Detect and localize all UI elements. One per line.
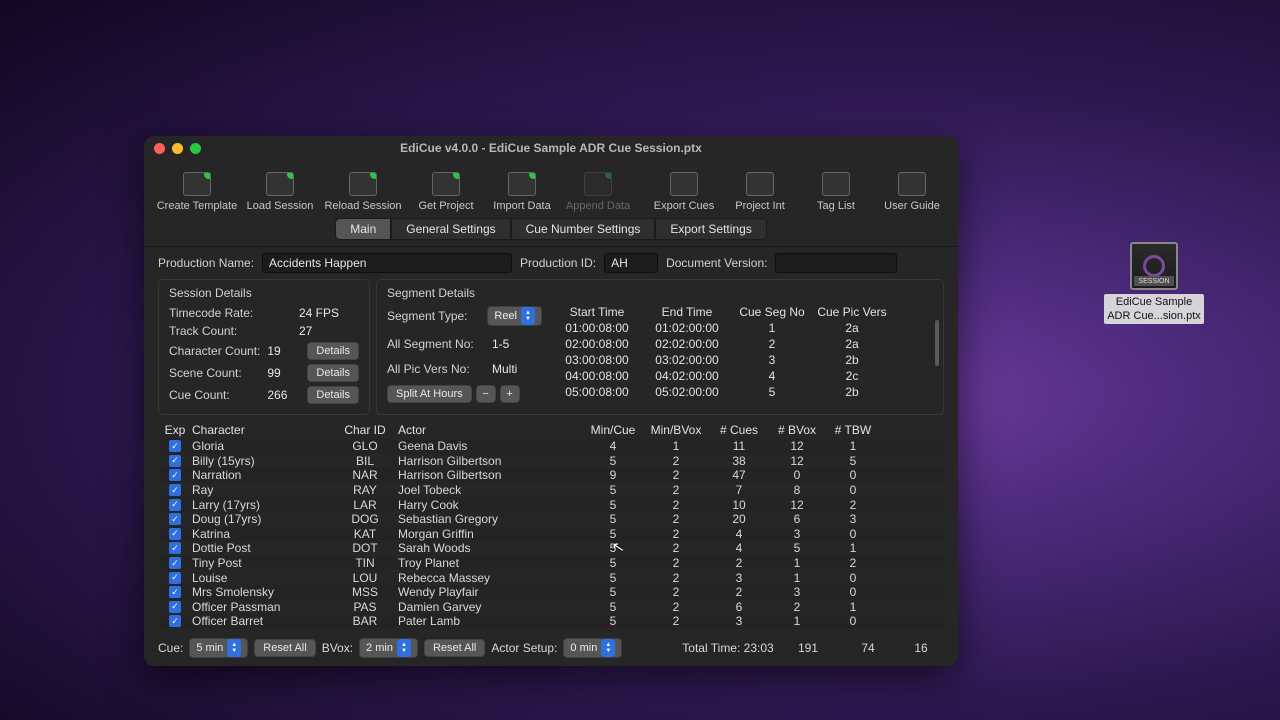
character-count-value: 19 (267, 344, 299, 358)
export-checkbox[interactable]: ✓ (169, 601, 181, 613)
document-version-label: Document Version: (666, 256, 767, 270)
production-name-field[interactable]: Accidents Happen (262, 253, 512, 273)
app-window: EdiCue v4.0.0 - EdiCue Sample ADR Cue Se… (144, 136, 958, 666)
production-id-label: Production ID: (520, 256, 596, 270)
export-checkbox[interactable]: ✓ (169, 455, 181, 467)
table-row[interactable]: ✓ Officer BarretBARPater Lamb 52310 (158, 614, 944, 628)
all-segment-no-value: 1-5 (492, 337, 542, 351)
export-checkbox[interactable]: ✓ (169, 572, 181, 584)
export-checkbox[interactable]: ✓ (169, 513, 181, 525)
table-row[interactable]: ✓ Billy (15yrs)BILHarrison Gilbertson 52… (158, 454, 944, 469)
reset-bvox-button[interactable]: Reset All (424, 639, 485, 657)
table-row[interactable]: ✓ Larry (17yrs)LARHarry Cook 5210122 (158, 497, 944, 512)
scene-details-button[interactable]: Details (307, 364, 359, 382)
reload-session-button[interactable]: Reload Session (318, 172, 408, 212)
append-data-button[interactable]: Append Data (560, 172, 636, 212)
get-project-button[interactable]: Get Project (408, 172, 484, 212)
segment-details-panel: Segment Details Segment Type: Reel▲▼ All… (376, 279, 944, 415)
footer-bar: Cue: 5 min▲▼ Reset All BVox: 2 min▲▼ Res… (158, 634, 944, 658)
table-row[interactable]: ✓ Mrs SmolenskyMSSWendy Playfair 52230 (158, 585, 944, 600)
reset-cue-button[interactable]: Reset All (254, 639, 315, 657)
production-name-label: Production Name: (158, 256, 254, 270)
table-row[interactable]: ✓ Dottie PostDOTSarah Woods 52451 (158, 541, 944, 556)
total-tbw: 16 (898, 641, 944, 655)
add-segment-button[interactable]: + (500, 385, 520, 403)
export-checkbox[interactable]: ✓ (169, 542, 181, 554)
desktop-file-label: EdiCue SampleADR Cue...sion.ptx (1104, 294, 1204, 324)
table-row[interactable]: ✓ NarrationNARHarrison Gilbertson 924700 (158, 468, 944, 483)
track-count-value: 27 (299, 324, 359, 338)
export-checkbox[interactable]: ✓ (169, 615, 181, 627)
segment-type-select[interactable]: Reel▲▼ (487, 306, 542, 326)
remove-segment-button[interactable]: − (476, 385, 496, 403)
segment-row[interactable]: 04:00:08:0004:02:00:0042c (552, 368, 933, 384)
table-row[interactable]: ✓ KatrinaKATMorgan Griffin 52430 (158, 527, 944, 542)
import-data-button[interactable]: Import Data (484, 172, 560, 212)
segment-row[interactable]: 02:00:08:0002:02:00:0022a (552, 336, 933, 352)
tab-main[interactable]: Main (335, 218, 391, 240)
export-checkbox[interactable]: ✓ (169, 528, 181, 540)
table-row[interactable]: ✓ Doug (17yrs)DOGSebastian Gregory 52206… (158, 512, 944, 527)
table-row[interactable]: ✓ Tiny PostTINTroy Planet 52212 (158, 556, 944, 571)
chevron-updown-icon: ▲▼ (521, 307, 535, 325)
chevron-updown-icon: ▲▼ (227, 639, 241, 657)
chevron-updown-icon: ▲▼ (601, 639, 615, 657)
table-row[interactable]: ✓ LouiseLOURebecca Massey 52310 (158, 570, 944, 585)
character-table: Exp Character Char ID Actor Min/Cue Min/… (158, 421, 944, 628)
export-checkbox[interactable]: ✓ (169, 484, 181, 496)
document-version-field[interactable] (775, 253, 897, 273)
segment-row[interactable]: 03:00:08:0003:02:00:0032b (552, 352, 933, 368)
tab-cue-number-settings[interactable]: Cue Number Settings (511, 218, 656, 240)
total-cues: 191 (778, 641, 838, 655)
tabbar: Main General Settings Cue Number Setting… (144, 214, 958, 247)
segment-table: Start Time End Time Cue Seg No Cue Pic V… (552, 304, 933, 403)
tab-general-settings[interactable]: General Settings (391, 218, 510, 240)
segment-details-title: Segment Details (387, 286, 933, 300)
user-guide-button[interactable]: User Guide (874, 172, 950, 212)
export-checkbox[interactable]: ✓ (169, 469, 181, 481)
table-row[interactable]: ✓ Officer PassmanPASDamien Garvey 52621 (158, 600, 944, 615)
create-template-button[interactable]: Create Template (152, 172, 242, 212)
export-checkbox[interactable]: ✓ (169, 499, 181, 511)
cue-count-value: 266 (267, 388, 299, 402)
table-row[interactable]: ✓ GloriaGLOGeena Davis 4111121 (158, 439, 944, 454)
split-at-hours-button[interactable]: Split At Hours (387, 385, 472, 403)
session-details-title: Session Details (169, 286, 359, 300)
session-details-panel: Session Details Timecode Rate:24 FPS Tra… (158, 279, 370, 415)
all-pic-vers-value: Multi (492, 362, 542, 376)
total-bvox: 74 (838, 641, 898, 655)
cue-duration-select[interactable]: 5 min▲▼ (189, 638, 248, 658)
toolbar: Create Template Load Session Reload Sess… (144, 160, 958, 214)
actor-setup-select[interactable]: 0 min▲▼ (563, 638, 622, 658)
desktop-file-icon[interactable]: SESSION EdiCue SampleADR Cue...sion.ptx (1094, 242, 1214, 324)
cue-details-button[interactable]: Details (307, 386, 359, 404)
total-time-label: Total Time: 23:03 (678, 641, 778, 655)
tab-export-settings[interactable]: Export Settings (655, 218, 766, 240)
timecode-rate-value: 24 FPS (299, 306, 359, 320)
character-details-button[interactable]: Details (307, 342, 359, 360)
project-int-button[interactable]: Project Int (722, 172, 798, 212)
production-id-field[interactable]: AH (604, 253, 658, 273)
load-session-button[interactable]: Load Session (242, 172, 318, 212)
table-row[interactable]: ✓ RayRAYJoel Tobeck 52780 (158, 483, 944, 498)
scene-count-value: 99 (267, 366, 299, 380)
segment-row[interactable]: 01:00:08:0001:02:00:0012a (552, 320, 933, 336)
export-checkbox[interactable]: ✓ (169, 586, 181, 598)
segment-row[interactable]: 05:00:08:0005:02:00:0052b (552, 384, 933, 400)
window-title: EdiCue v4.0.0 - EdiCue Sample ADR Cue Se… (144, 141, 958, 155)
export-cues-button[interactable]: Export Cues (646, 172, 722, 212)
bvox-duration-select[interactable]: 2 min▲▼ (359, 638, 418, 658)
export-checkbox[interactable]: ✓ (169, 440, 181, 452)
tag-list-button[interactable]: Tag List (798, 172, 874, 212)
titlebar: EdiCue v4.0.0 - EdiCue Sample ADR Cue Se… (144, 136, 958, 160)
scrollbar[interactable] (935, 320, 939, 366)
export-checkbox[interactable]: ✓ (169, 557, 181, 569)
session-file-icon: SESSION (1130, 242, 1178, 290)
chevron-updown-icon: ▲▼ (397, 639, 411, 657)
